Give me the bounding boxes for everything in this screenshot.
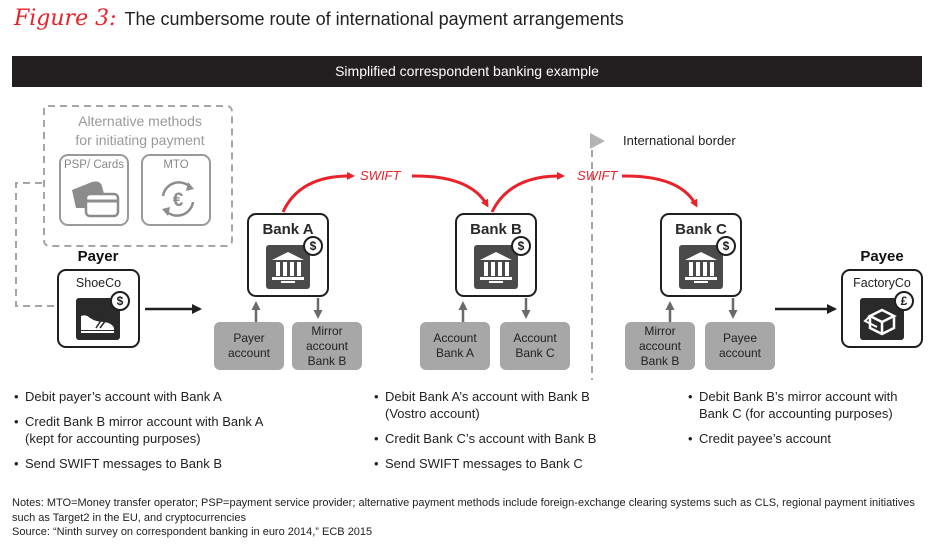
payee-node: FactoryCo £ [841,269,923,348]
swift-label: SWIFT [360,168,401,183]
svg-text:€: € [173,190,184,211]
bank-b-steps: Debit Bank A’s account with Bank B (Vost… [374,388,634,480]
bank-b-node: Bank B $ [455,213,537,297]
payee-role-label: Payee [860,248,904,265]
international-border-marker [590,133,605,149]
alternative-methods-title: Alternative methods for initiating payme… [60,112,220,150]
payer-node: ShoeCo $ [57,269,140,348]
notes-text: Notes: MTO=Money transfer operator; PSP=… [12,497,915,524]
alternative-methods-title-line1: Alternative methods [78,113,202,129]
bank-building-icon [266,245,310,289]
dollar-badge-icon: $ [716,236,736,256]
step-item: Debit Bank A’s account with Bank B (Vost… [374,388,614,422]
euro-exchange-icon: € [161,181,195,217]
swift-arrow-to-bankC [621,174,698,208]
account-label-line: Mirror [644,323,676,338]
account-label-line: account [305,338,349,353]
alternative-methods-title-line2: for initiating payment [75,132,205,148]
account-label-line: account [227,346,271,360]
swift-arrow-to-bankB [411,174,489,208]
account-label-line: Payer [233,331,265,345]
psp-cards-option: PSP/ Cards [59,154,129,226]
payee-company-label: FactoryCo [853,276,911,290]
international-border-label: International border [623,133,736,148]
dollar-badge-icon: $ [511,236,531,256]
account-label-line: Bank B [307,353,347,368]
step-item: Credit payee’s account [688,430,928,447]
payer-company-label: ShoeCo [75,276,122,290]
dollar-badge-icon: $ [110,291,130,311]
account-label-line: Bank B [640,353,680,368]
source-text: Source: “Ninth survey on correspondent b… [12,526,373,538]
bank-building-icon [679,245,723,289]
mto-label: MTO [163,159,189,171]
alternative-path-dashed [15,182,54,307]
bank-c-payee-account: Payee account [705,322,775,370]
bank-building-icon [474,245,518,289]
account-label-line: Bank C [515,346,555,360]
account-label-line: Payee [722,331,758,345]
bank-c-steps: Debit Bank B’s mirror account with Bank … [688,388,928,455]
pound-badge-icon: £ [894,291,914,311]
psp-cards-label: PSP/ Cards [63,159,125,171]
card-payment-icon [72,181,120,218]
step-item: Send SWIFT messages to Bank B [14,455,314,472]
bank-a-node: Bank A $ [247,213,329,297]
account-label-line: account [638,338,682,353]
payer-role-label: Payer [77,248,119,265]
step-item: Send SWIFT messages to Bank C [374,455,634,472]
step-item: Debit payer’s account with Bank A [14,388,314,405]
bank-a-mirror-account: Mirror account Bank B [292,322,362,370]
account-label-line: Bank A [435,346,474,360]
mto-option: MTO € [141,154,211,226]
step-item: Credit Bank C’s account with Bank B [374,430,634,447]
bank-a-steps: Debit payer’s account with Bank A Credit… [14,388,314,480]
step-item: Credit Bank B mirror account with Bank A… [14,413,276,447]
account-label-line: Mirror [311,323,343,338]
swift-arrow-bankB-out [490,171,565,213]
account-label-line: Account [513,331,557,345]
step-item: Debit Bank B’s mirror account with Bank … [688,388,923,422]
bank-b-account-bank-c: Account Bank C [500,322,570,370]
account-label-line: Account [433,331,477,345]
swift-label: SWIFT [577,168,618,183]
footnotes: Notes: MTO=Money transfer operator; PSP=… [12,496,937,540]
bank-a-payer-account: Payer account [214,322,284,370]
bank-c-mirror-account: Mirror account Bank B [625,322,695,370]
bank-b-account-bank-a: Account Bank A [420,322,490,370]
account-label-line: account [718,346,762,360]
dollar-badge-icon: $ [303,236,323,256]
swift-arrow-bankA-out [281,171,355,213]
bank-c-node: Bank C $ [660,213,742,297]
